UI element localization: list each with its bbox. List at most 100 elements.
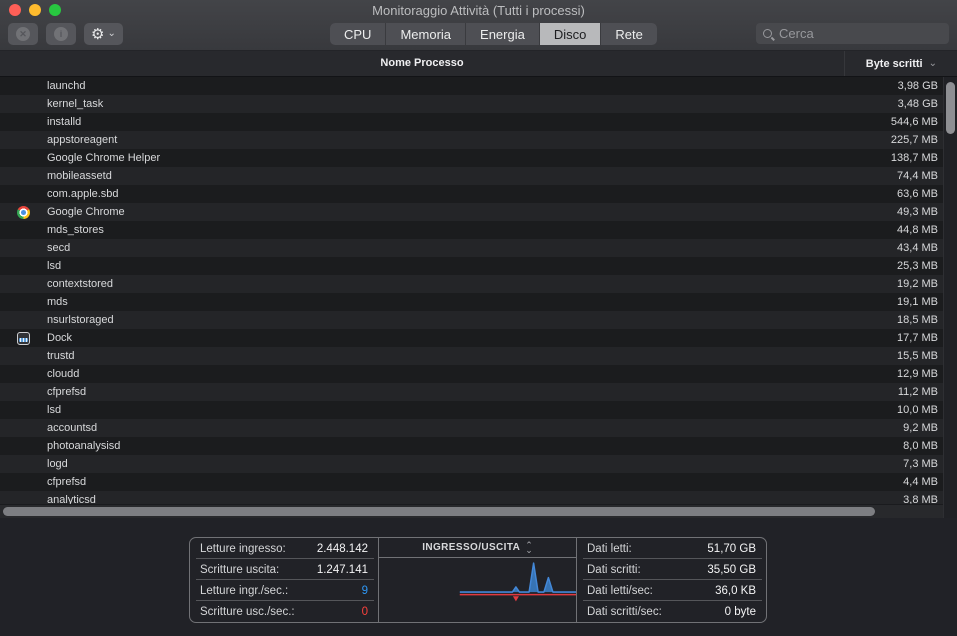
stat-row: Letture ingresso: 2.448.142 (190, 538, 378, 559)
process-icon-slot (17, 80, 30, 93)
process-bytes-written: 10,0 MB (897, 404, 938, 416)
stat-value: 36,0 KB (715, 584, 756, 597)
process-bytes-written: 19,2 MB (897, 278, 938, 290)
process-bytes-written: 17,7 MB (897, 332, 938, 344)
process-bytes-written: 9,2 MB (903, 422, 938, 434)
vertical-scrollbar-thumb[interactable] (946, 82, 955, 134)
process-name: lsd (47, 404, 62, 416)
stat-row: Dati letti: 51,70 GB (577, 538, 766, 559)
process-icon-slot (17, 152, 30, 165)
stat-row: Dati scritti: 35,50 GB (577, 559, 766, 580)
process-icon-slot (17, 188, 30, 201)
process-name: com.apple.sbd (47, 188, 119, 200)
process-icon-slot (17, 458, 30, 471)
column-header-process-name[interactable]: Nome Processo (0, 51, 845, 76)
process-name: Google Chrome Helper (47, 152, 161, 164)
process-icon-slot (17, 440, 30, 453)
tab-energia[interactable]: Energia (466, 23, 540, 45)
stat-row: Letture ingr./sec.: 9 (190, 580, 378, 601)
process-icon-slot (17, 260, 30, 273)
table-row[interactable]: cloudd 12,9 MB (0, 365, 943, 383)
tab-cpu[interactable]: CPU (330, 23, 387, 45)
process-bytes-written: 11,2 MB (897, 386, 938, 398)
settings-menu-button[interactable]: ⚙ ⌄ (84, 23, 123, 45)
table-row[interactable]: appstoreagent 225,7 MB (0, 131, 943, 149)
process-icon-slot (17, 116, 30, 129)
table-row[interactable]: Dock 17,7 MB (0, 329, 943, 347)
window-title: Monitoraggio Attività (Tutti i processi) (372, 3, 585, 18)
column-header-bytes-label: Byte scritti (865, 57, 923, 70)
inspect-process-button[interactable]: i (46, 23, 76, 45)
process-name: logd (47, 458, 68, 470)
table-row[interactable]: lsd 10,0 MB (0, 401, 943, 419)
table-row[interactable]: trustd 15,5 MB (0, 347, 943, 365)
view-tabs: CPU Memoria Energia Disco Rete (330, 23, 657, 45)
vertical-scrollbar[interactable] (943, 77, 957, 518)
stat-label: Dati scritti: (587, 563, 641, 576)
stat-value: 51,70 GB (707, 542, 756, 555)
process-icon-slot (17, 386, 30, 399)
table-row[interactable]: com.apple.sbd 63,6 MB (0, 185, 943, 203)
table-row[interactable]: mds 19,1 MB (0, 293, 943, 311)
table-header: Nome Processo Byte scritti ⌄ (0, 51, 957, 77)
table-row[interactable]: cfprefsd 4,4 MB (0, 473, 943, 491)
table-row[interactable]: Google Chrome 49,3 MB (0, 203, 943, 221)
search-field (756, 23, 949, 44)
tab-rete[interactable]: Rete (601, 23, 657, 45)
chrome-app-icon (17, 205, 30, 219)
table-row[interactable]: accountsd 9,2 MB (0, 419, 943, 437)
window-chrome: Monitoraggio Attività (Tutti i processi)… (0, 0, 957, 51)
tab-memoria[interactable]: Memoria (386, 23, 467, 45)
process-name: mds_stores (47, 224, 104, 236)
process-bytes-written: 19,1 MB (897, 296, 938, 308)
info-icon: i (54, 27, 68, 41)
process-name: contextstored (47, 278, 114, 290)
process-bytes-written: 12,9 MB (897, 368, 938, 380)
search-icon (763, 29, 772, 38)
sort-down-icon: ⌄ (525, 544, 533, 555)
stat-row: Dati scritti/sec: 0 byte (577, 601, 766, 622)
process-icon-slot (17, 368, 30, 381)
process-icon-slot (17, 476, 30, 489)
table-row[interactable]: mds_stores 44,8 MB (0, 221, 943, 239)
table-row[interactable]: logd 7,3 MB (0, 455, 943, 473)
horizontal-scrollbar-thumb[interactable] (3, 507, 875, 516)
process-name: kernel_task (47, 98, 104, 110)
column-header-bytes-written[interactable]: Byte scritti ⌄ (866, 51, 937, 76)
table-row[interactable]: kernel_task 3,48 GB (0, 95, 943, 113)
toolbar-buttons: ✕ i ⚙ ⌄ (8, 23, 123, 45)
stat-value: 0 (361, 605, 368, 618)
table-row[interactable]: secd 43,4 MB (0, 239, 943, 257)
gear-icon: ⚙ (91, 25, 105, 43)
process-bytes-written: 49,3 MB (897, 206, 938, 218)
process-icon-slot (17, 278, 30, 291)
process-icon-slot (17, 242, 30, 255)
process-icon-slot (17, 350, 30, 363)
table-row[interactable]: nsurlstoraged 18,5 MB (0, 311, 943, 329)
tab-disco[interactable]: Disco (539, 23, 602, 45)
quit-process-button[interactable]: ✕ (8, 23, 38, 45)
stat-label: Scritture uscita: (200, 563, 280, 576)
table-row[interactable]: lsd 25,3 MB (0, 257, 943, 275)
table-row[interactable]: launchd 3,98 GB (0, 77, 943, 95)
table-row[interactable]: contextstored 19,2 MB (0, 275, 943, 293)
stat-value: 0 byte (724, 605, 756, 618)
process-bytes-written: 25,3 MB (897, 260, 938, 272)
process-bytes-written: 225,7 MB (890, 134, 938, 146)
process-bytes-written: 3,48 GB (897, 98, 938, 110)
stat-label: Dati letti: (587, 542, 632, 555)
table-row[interactable]: cfprefsd 11,2 MB (0, 383, 943, 401)
table-row[interactable]: installd 544,6 MB (0, 113, 943, 131)
table-row[interactable]: Google Chrome Helper 138,7 MB (0, 149, 943, 167)
search-input[interactable] (777, 25, 942, 42)
process-icon-slot (17, 296, 30, 309)
horizontal-scrollbar[interactable] (0, 504, 943, 518)
graph-mode-selector[interactable]: ⌃ ⌄ (525, 540, 533, 555)
disk-stats-box: Letture ingresso: 2.448.142 Scritture us… (189, 537, 767, 623)
stat-label: Dati letti/sec: (587, 584, 653, 597)
process-name: photoanalysisd (47, 440, 121, 452)
stat-value: 2.448.142 (316, 542, 368, 555)
stat-row: Dati letti/sec: 36,0 KB (577, 580, 766, 601)
table-row[interactable]: mobileassetd 74,4 MB (0, 167, 943, 185)
table-row[interactable]: photoanalysisd 8,0 MB (0, 437, 943, 455)
